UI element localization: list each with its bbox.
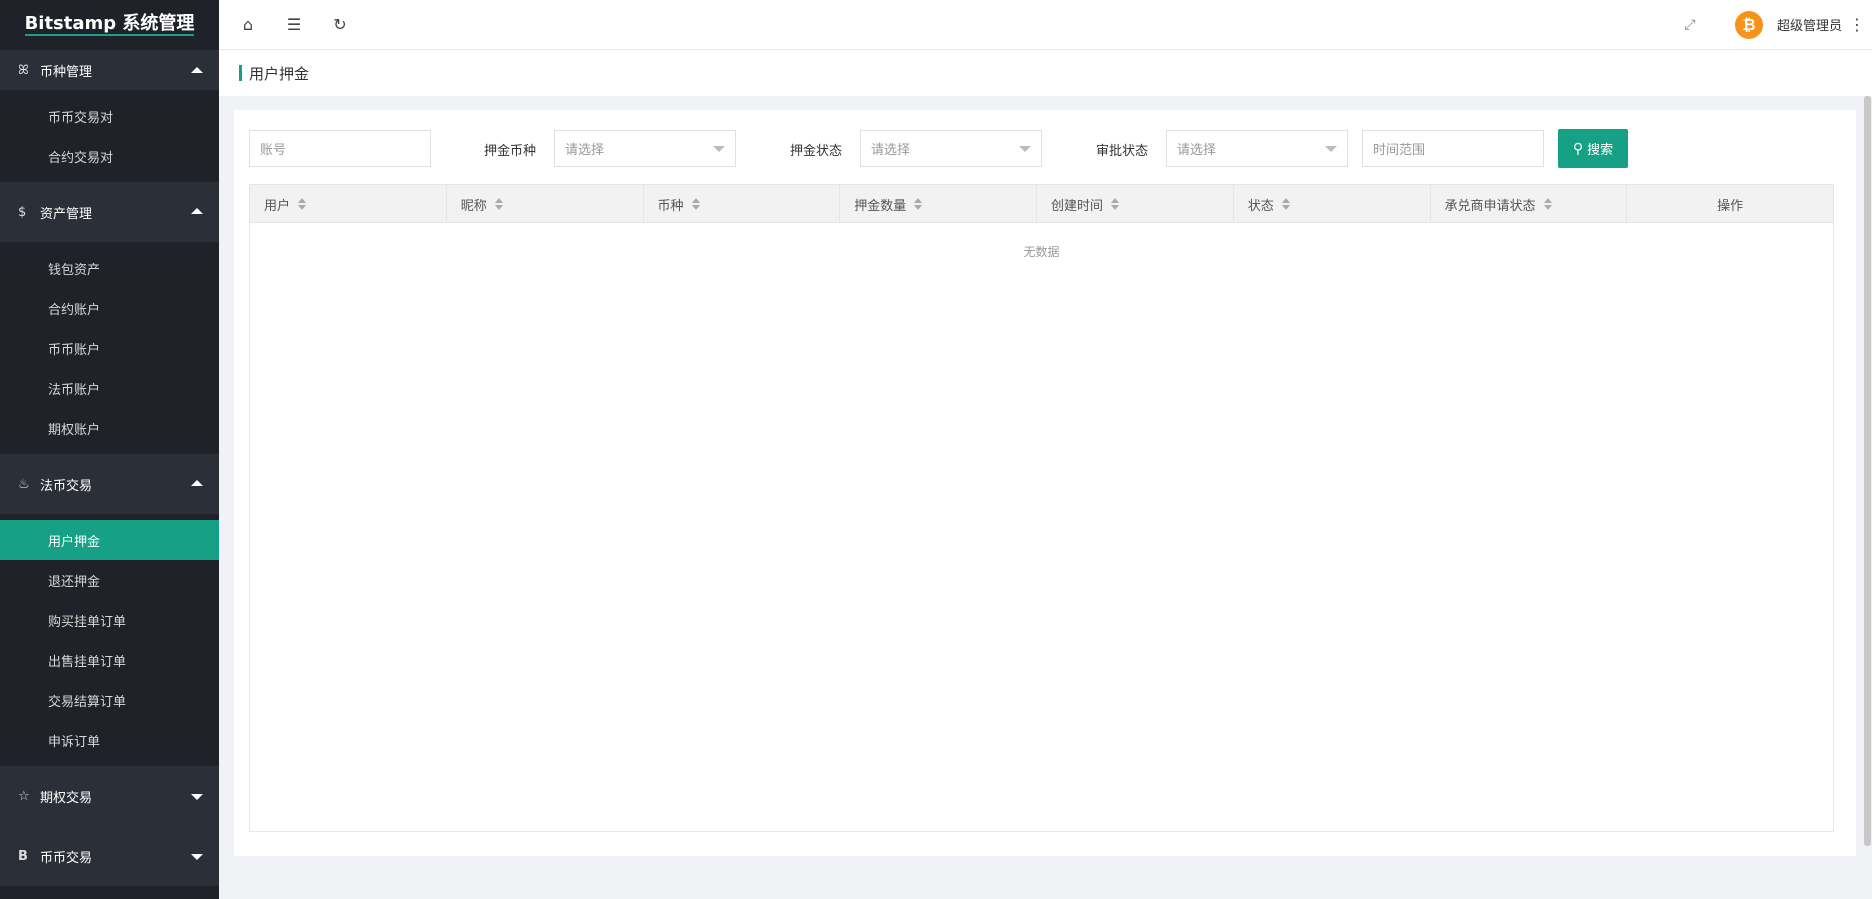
column-label: 币种 <box>657 198 684 214</box>
chevron-down-icon <box>1325 146 1337 152</box>
sidebar-group-option-trading[interactable]: ☆ 期权交易 <box>0 766 219 826</box>
sidebar-group-label: 法币交易 <box>40 478 93 494</box>
sort-icon[interactable] <box>691 198 700 210</box>
deposit-table: 用户 昵称 币种 押金数量 创建时间 状态 承兑商申请状态 操作 无数据 <box>249 184 1834 832</box>
sidebar-group-label: 币币交易 <box>40 850 93 866</box>
column-label: 昵称 <box>460 198 487 214</box>
sidebar: Bitstamp 系统管理 ꕤ 币种管理 币币交易对 合约交易对 $ 资产管理 … <box>0 0 219 899</box>
menu-collapse-icon[interactable]: ☰ <box>271 0 317 50</box>
column-label: 操作 <box>1717 198 1744 214</box>
breadcrumb: 用户押金 <box>219 50 1872 96</box>
sidebar-item-appeal-orders[interactable]: 申诉订单 <box>0 720 219 760</box>
search-button[interactable]: ⚲ 搜索 <box>1558 129 1628 168</box>
sidebar-group-spot-trading[interactable]: B 币币交易 <box>0 826 219 886</box>
coin-select-value: 请选择 <box>565 143 605 158</box>
column-label: 状态 <box>1247 198 1274 214</box>
sidebar-item-fiat-account[interactable]: 法币账户 <box>0 368 219 408</box>
sidebar-group-body: 用户押金 退还押金 购买挂单订单 出售挂单订单 交易结算订单 申诉订单 <box>0 514 219 766</box>
column-amount[interactable]: 押金数量 <box>840 185 1037 223</box>
chevron-up-icon <box>191 67 203 73</box>
chevron-up-icon <box>191 208 203 214</box>
time-range-input[interactable]: 时间范围 <box>1362 130 1544 167</box>
column-created-time[interactable]: 创建时间 <box>1037 185 1234 223</box>
sidebar-group-body: 钱包资产 合约账户 币币账户 法币账户 期权账户 <box>0 242 219 454</box>
account-input[interactable]: 账号 <box>249 130 431 167</box>
sort-icon[interactable] <box>298 198 307 210</box>
column-status[interactable]: 状态 <box>1234 185 1431 223</box>
more-vertical-icon[interactable]: ⋮ <box>1842 15 1872 34</box>
column-label: 押金数量 <box>854 198 907 214</box>
scrollbar-thumb[interactable] <box>1864 96 1871 846</box>
page-title: 用户押金 <box>249 64 310 83</box>
deposit-status-value: 请选择 <box>871 143 911 158</box>
dollar-icon: $ <box>18 204 27 220</box>
sidebar-group-body: 币币交易对 合约交易对 <box>0 90 219 182</box>
sidebar-item-spot-pairs[interactable]: 币币交易对 <box>0 96 219 136</box>
chevron-down-icon <box>191 854 203 860</box>
app-logo[interactable]: Bitstamp 系统管理 <box>0 0 219 50</box>
sidebar-item-settlement-orders[interactable]: 交易结算订单 <box>0 680 219 720</box>
column-merchant-status[interactable]: 承兑商申请状态 <box>1431 185 1628 223</box>
sort-icon[interactable] <box>1543 198 1552 210</box>
fire-icon: ♨ <box>18 476 30 492</box>
column-coin[interactable]: 币种 <box>644 185 841 223</box>
home-icon[interactable]: ⌂ <box>225 0 271 50</box>
table-header: 用户 昵称 币种 押金数量 创建时间 状态 承兑商申请状态 操作 <box>250 185 1833 223</box>
breadcrumb-accent <box>239 65 242 81</box>
column-label: 创建时间 <box>1051 198 1104 214</box>
sort-icon[interactable] <box>914 198 923 210</box>
drops-icon: ꕤ <box>18 62 29 78</box>
column-actions: 操作 <box>1627 185 1833 223</box>
audit-status-value: 请选择 <box>1177 143 1217 158</box>
sidebar-item-sell-orders[interactable]: 出售挂单订单 <box>0 640 219 680</box>
audit-status-select[interactable]: 请选择 <box>1166 130 1348 167</box>
sidebar-group-coin-management[interactable]: ꕤ 币种管理 <box>0 50 219 90</box>
column-nickname[interactable]: 昵称 <box>447 185 644 223</box>
sort-icon[interactable] <box>1111 198 1120 210</box>
deposit-status-label: 押金状态 <box>790 144 843 159</box>
filter-bar: 账号 押金币种 请选择 押金状态 请选择 审批状态 请选择 时间范围 ⚲ 搜索 <box>234 110 1856 185</box>
search-button-label: 搜索 <box>1587 143 1614 158</box>
sidebar-item-contract-pairs[interactable]: 合约交易对 <box>0 136 219 176</box>
sidebar-item-spot-account[interactable]: 币币账户 <box>0 328 219 368</box>
sort-icon[interactable] <box>494 198 503 210</box>
sidebar-group-label: 资产管理 <box>40 206 93 222</box>
audit-status-label: 审批状态 <box>1096 144 1149 159</box>
coin-label: 押金币种 <box>484 144 537 159</box>
fullscreen-icon[interactable]: ⤢ <box>1665 17 1715 33</box>
chevron-down-icon <box>1019 146 1031 152</box>
sidebar-item-wallet-assets[interactable]: 钱包资产 <box>0 248 219 288</box>
sidebar-group-label: 币种管理 <box>40 64 93 80</box>
column-label: 用户 <box>264 198 291 214</box>
column-label: 承兑商申请状态 <box>1444 198 1536 214</box>
chevron-up-icon <box>191 480 203 486</box>
chevron-down-icon <box>713 146 725 152</box>
empty-state: 无数据 <box>1023 245 1060 259</box>
sidebar-item-refund-deposit[interactable]: 退还押金 <box>0 560 219 600</box>
sidebar-group-label: 期权交易 <box>40 790 93 806</box>
column-user[interactable]: 用户 <box>250 185 447 223</box>
user-name[interactable]: 超级管理员 <box>1777 15 1842 34</box>
b-icon: B <box>18 848 28 864</box>
coin-select[interactable]: 请选择 <box>554 130 736 167</box>
top-bar: ⌂ ☰ ↻ ⤢ ₿ 超级管理员 ⋮ <box>219 0 1872 50</box>
main-card: 账号 押金币种 请选择 押金状态 请选择 审批状态 请选择 时间范围 ⚲ 搜索 … <box>234 110 1856 856</box>
sidebar-item-buy-orders[interactable]: 购买挂单订单 <box>0 600 219 640</box>
star-icon: ☆ <box>18 788 30 804</box>
refresh-icon[interactable]: ↻ <box>317 0 363 50</box>
search-icon: ⚲ <box>1572 140 1584 157</box>
avatar[interactable]: ₿ <box>1734 10 1763 39</box>
sidebar-item-user-deposit[interactable]: 用户押金 <box>0 520 219 560</box>
sidebar-item-option-account[interactable]: 期权账户 <box>0 408 219 448</box>
sort-icon[interactable] <box>1281 198 1290 210</box>
deposit-status-select[interactable]: 请选择 <box>860 130 1042 167</box>
page-scrollbar[interactable] <box>1863 96 1872 846</box>
sidebar-group-asset-management[interactable]: $ 资产管理 <box>0 182 219 242</box>
top-bar-right: ⤢ ₿ 超级管理员 ⋮ <box>1665 0 1872 50</box>
chevron-down-icon <box>191 794 203 800</box>
sidebar-group-fiat-trading[interactable]: ♨ 法币交易 <box>0 454 219 514</box>
sidebar-item-contract-account[interactable]: 合约账户 <box>0 288 219 328</box>
